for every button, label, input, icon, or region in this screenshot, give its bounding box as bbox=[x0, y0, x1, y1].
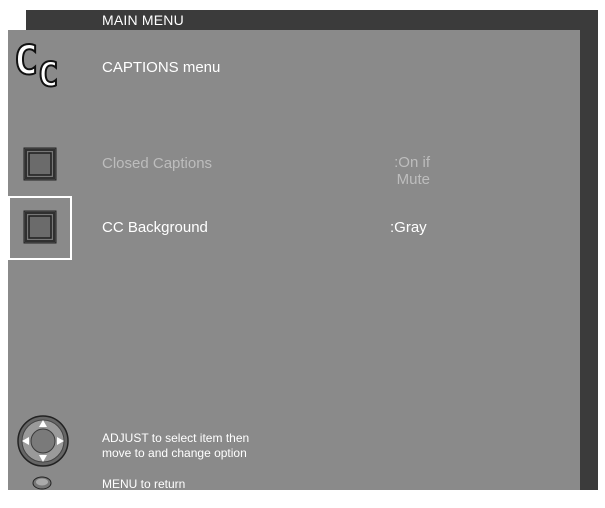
cc-icon: C C bbox=[13, 37, 59, 92]
closed-captions-label[interactable]: Closed Captions bbox=[102, 155, 212, 172]
adjust-instructions-line1: ADJUST to select item then bbox=[102, 431, 250, 445]
menu-return-text: MENU to return bbox=[102, 477, 186, 491]
cc-background-value[interactable]: :Gray bbox=[380, 219, 440, 236]
menu-panel bbox=[8, 30, 580, 490]
panel-shadow bbox=[580, 10, 598, 490]
closed-captions-value-line1: :On if bbox=[394, 154, 430, 171]
menu-title: CAPTIONS menu bbox=[102, 59, 221, 76]
adjust-instructions-line2: move to and change option bbox=[102, 446, 247, 460]
cc-background-label[interactable]: CC Background bbox=[102, 219, 208, 236]
closed-captions-value-line2: Mute bbox=[396, 171, 430, 188]
svg-text:C: C bbox=[38, 55, 58, 92]
menu-button-icon bbox=[32, 476, 52, 490]
svg-text:C: C bbox=[14, 38, 38, 84]
header-title: MAIN MENU bbox=[102, 12, 184, 28]
tv-menu-screen: MAIN MENU C C CAPTIONS menu Closed Capti… bbox=[0, 0, 605, 508]
adjust-instructions: ADJUST to select item then move to and c… bbox=[102, 431, 249, 461]
adjust-dial-icon bbox=[17, 415, 69, 467]
square-button-icon[interactable] bbox=[22, 146, 58, 182]
square-button-icon[interactable] bbox=[22, 209, 58, 245]
closed-captions-value[interactable]: :On if Mute bbox=[380, 154, 430, 188]
